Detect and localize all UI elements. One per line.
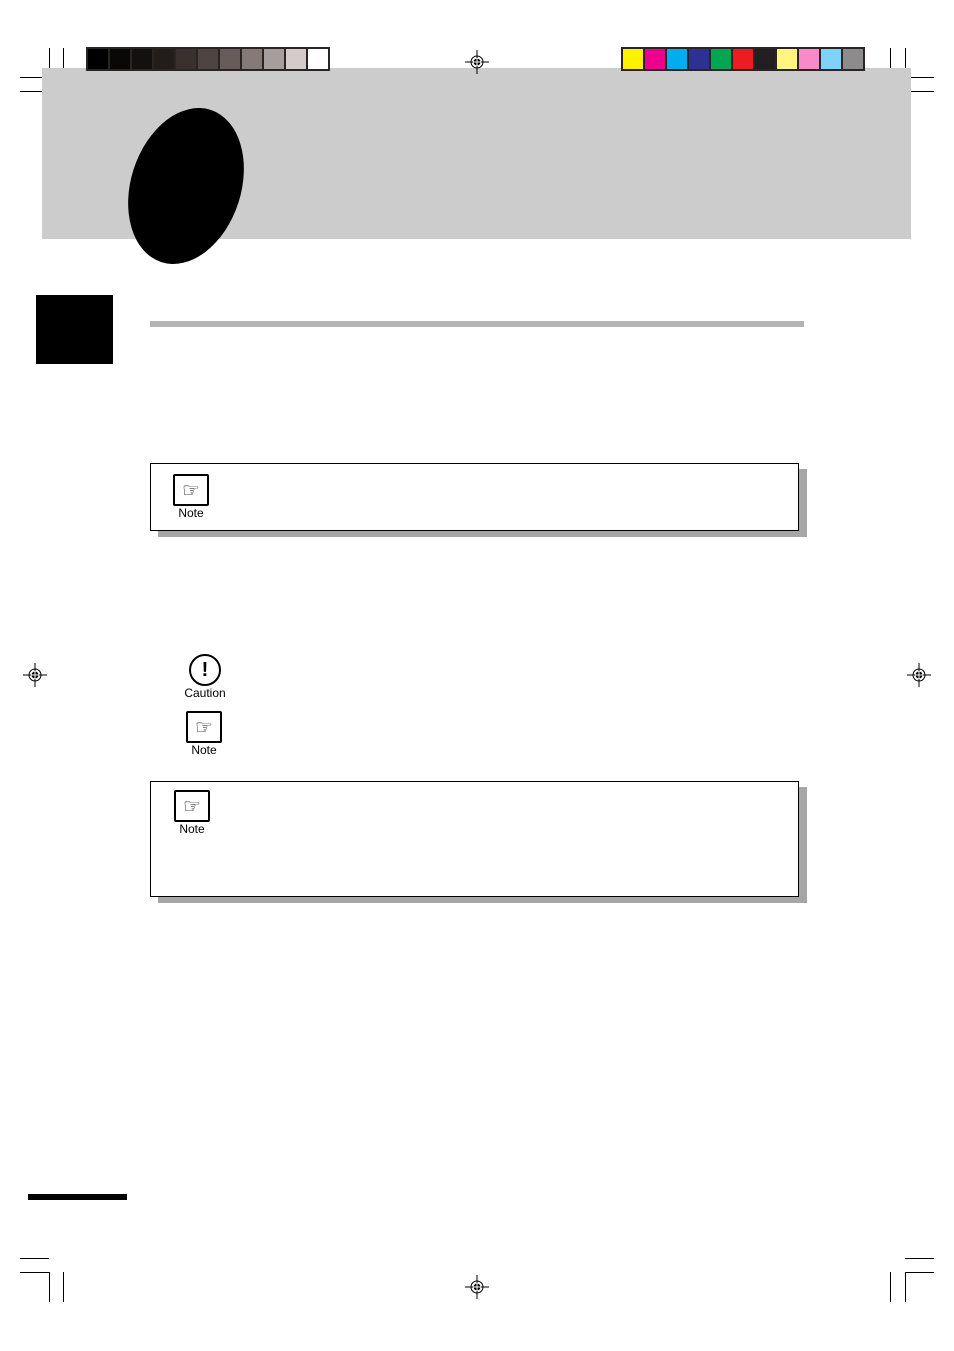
color-swatch (176, 49, 196, 69)
crop-mark (890, 1272, 891, 1302)
crop-mark (20, 1258, 49, 1259)
crop-mark (20, 1272, 49, 1273)
note-icon-group: ☞ Note (173, 474, 209, 520)
color-swatch (132, 49, 152, 69)
color-swatch (755, 49, 775, 69)
color-swatch (308, 49, 328, 69)
color-swatch (110, 49, 130, 69)
registration-mark-icon (23, 663, 47, 687)
color-swatch (821, 49, 841, 69)
color-swatch (242, 49, 262, 69)
note-box: ☞ Note (150, 463, 799, 531)
color-swatch (733, 49, 753, 69)
color-swatch (689, 49, 709, 69)
note-label: Note (191, 743, 217, 757)
crop-mark (49, 1272, 50, 1302)
color-swatch (843, 49, 863, 69)
process-color-bar (621, 47, 865, 71)
note-label: Note (178, 506, 204, 520)
color-swatch (623, 49, 643, 69)
section-side-tab (36, 295, 113, 364)
color-swatch (198, 49, 218, 69)
registration-mark-icon (907, 663, 931, 687)
color-swatch (88, 49, 108, 69)
color-swatch (799, 49, 819, 69)
color-swatch (711, 49, 731, 69)
grayscale-color-bar (86, 47, 330, 71)
color-swatch (154, 49, 174, 69)
pointing-hand-icon: ☞ (174, 790, 210, 822)
note-box: ☞ Note (150, 781, 799, 897)
pointing-hand-icon: ☞ (186, 711, 222, 743)
note-label: Note (179, 822, 205, 836)
color-swatch (286, 49, 306, 69)
color-swatch (264, 49, 284, 69)
color-swatch (667, 49, 687, 69)
crop-mark (905, 1258, 934, 1259)
note-icon-group: ☞ Note (186, 711, 222, 757)
crop-mark (905, 1272, 934, 1273)
note-icon-group: ☞ Note (174, 790, 210, 836)
color-swatch (220, 49, 240, 69)
page-number-bar (28, 1194, 127, 1200)
color-swatch (645, 49, 665, 69)
pointing-hand-icon: ☞ (173, 474, 209, 506)
color-swatch (777, 49, 797, 69)
crop-mark (63, 1272, 64, 1302)
caution-icon: ! (189, 654, 221, 686)
registration-mark-icon (465, 1275, 489, 1299)
crop-mark (905, 1272, 906, 1302)
caution-icon-group: ! Caution (182, 654, 228, 700)
registration-mark-icon (465, 50, 489, 74)
caution-label: Caution (184, 686, 226, 700)
section-title-rule (150, 321, 804, 327)
